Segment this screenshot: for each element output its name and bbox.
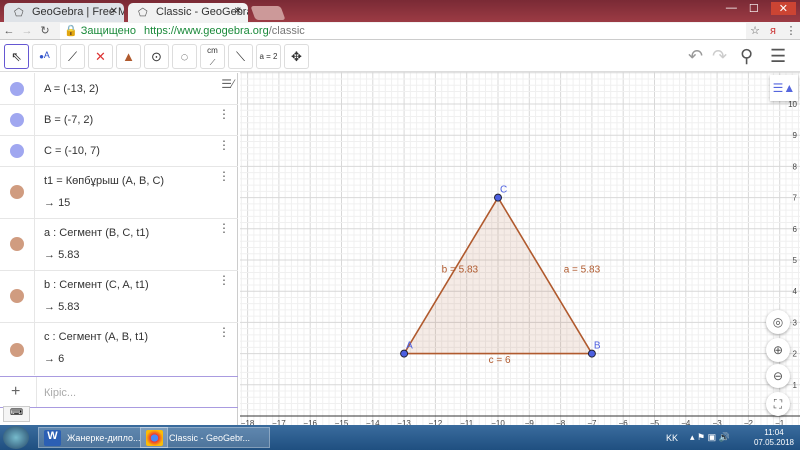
algebra-row[interactable]: t1 = Көпбұрыш (A, B, C) → 15 ⋮ — [0, 167, 238, 219]
y-tick-label: 10 — [788, 100, 797, 109]
tab-geogebra-free[interactable]: ⬠GeoGebra | Free Math Ap✕ — [4, 3, 124, 22]
fullscreen-icon[interactable]: ⛶ — [766, 392, 790, 416]
forward-icon[interactable]: → — [18, 25, 36, 37]
close-window-button[interactable]: ✕ — [770, 2, 796, 15]
point-label: C — [500, 185, 507, 196]
y-tick-label: 6 — [793, 225, 798, 234]
visibility-toggle[interactable] — [10, 82, 24, 96]
segment-label: a = 5.83 — [564, 264, 601, 275]
move-tool[interactable]: ⇖ — [4, 44, 29, 69]
y-tick-label: 7 — [793, 194, 798, 203]
reflect-tool[interactable]: ⟍ — [228, 44, 253, 69]
algebra-row[interactable]: C = (-10, 7) ⋮ — [0, 136, 238, 167]
algebra-row[interactable]: b : Сегмент (C, A, t1) → 5.83 ⋮ — [0, 271, 238, 323]
algebra-row[interactable]: B = (-7, 2) ⋮ — [0, 105, 238, 136]
tray-icons[interactable]: ▴ ⚑ ▣ 🔊 — [690, 432, 730, 443]
reload-icon[interactable]: ↻ — [36, 24, 54, 37]
move-view-tool[interactable]: ✥ — [284, 44, 309, 69]
point-tool[interactable]: •ᴬ — [32, 44, 57, 69]
segment-label: c = 6 — [489, 355, 511, 366]
circle-tool[interactable]: ⊙ — [144, 44, 169, 69]
algebra-view: A = (-13, 2) ☰⁄ B = (-7, 2) ⋮ C = (-10, 7)… — [0, 73, 238, 425]
point-label: B — [594, 341, 601, 352]
undo-icon[interactable]: ↶ — [688, 46, 703, 67]
start-button[interactable] — [3, 426, 29, 449]
algebra-style-icon[interactable]: ☰⁄ — [221, 77, 234, 91]
windows-taskbar: W Жанерке-дипло... Classic - GeoGebr... K… — [0, 425, 800, 450]
search-icon[interactable]: ⚲ — [740, 46, 753, 67]
algebra-row[interactable]: A = (-13, 2) ☰⁄ — [0, 73, 238, 105]
visibility-toggle[interactable] — [10, 113, 24, 127]
address-bar: ← → ↻ 🔒 Защищено https://www.geogebra.or… — [0, 22, 800, 40]
back-icon[interactable]: ← — [0, 25, 18, 37]
y-tick-label: 3 — [793, 318, 798, 327]
segment-label: b = 5.83 — [442, 264, 479, 275]
conic-tool[interactable]: ◌ — [172, 44, 197, 69]
close-tab-icon[interactable]: ✕ — [110, 6, 118, 17]
tab-classic-geogebra[interactable]: ⬠ Classic - GeoGebra ✕ — [128, 3, 248, 22]
word-icon: W — [44, 430, 61, 446]
visibility-toggle[interactable] — [10, 343, 24, 357]
polygon-tool[interactable]: ▲ — [116, 44, 141, 69]
y-tick-label: 2 — [793, 350, 798, 359]
visibility-toggle[interactable] — [10, 237, 24, 251]
y-tick-label: 4 — [793, 287, 798, 296]
bookmark-star-icon[interactable]: ☆ — [746, 24, 764, 37]
zoom-out-icon[interactable]: ⊖ — [766, 364, 790, 388]
more-icon[interactable]: ⋮ — [218, 273, 230, 287]
maximize-button[interactable]: ☐ — [749, 2, 759, 15]
browser-tab-bar: ⬠GeoGebra | Free Math Ap✕ ⬠Classic - Geo… — [0, 0, 800, 22]
line-tool[interactable]: ⟋ — [60, 44, 85, 69]
main-menu-icon[interactable]: ☰ — [770, 46, 786, 67]
algebra-row[interactable]: a : Сегмент (B, C, t1) → 5.83 ⋮ — [0, 219, 238, 271]
close-tab-icon[interactable]: ✕ — [234, 6, 242, 17]
visibility-toggle[interactable] — [10, 144, 24, 158]
graphics-view[interactable]: −18 −17 −16 −15 −14 −13 −12 −11 −10 −9 −8 −7 −6 −5 −4−… — [240, 72, 800, 425]
graphics-style-icon[interactable]: ☰▲ — [770, 75, 798, 101]
algebra-input-row[interactable]: + Кіріс... — [0, 376, 238, 408]
visibility-toggle[interactable] — [10, 185, 24, 199]
more-icon[interactable]: ⋮ — [218, 138, 230, 152]
chrome-icon — [146, 430, 163, 446]
home-view-icon[interactable]: ◎ — [766, 310, 790, 334]
more-icon[interactable]: ⋮ — [218, 325, 230, 339]
point-label: A — [406, 341, 413, 352]
triangle-polygon — [402, 196, 594, 355]
more-icon[interactable]: ⋮ — [218, 107, 230, 121]
algebra-row[interactable]: c : Сегмент (A, B, t1) → 6 ⋮ — [0, 323, 238, 375]
algebra-input[interactable]: Кіріс... — [44, 387, 76, 399]
more-icon[interactable]: ⋮ — [218, 169, 230, 183]
redo-icon[interactable]: ↷ — [712, 46, 727, 67]
visibility-toggle[interactable] — [10, 289, 24, 303]
more-icon[interactable]: ⋮ — [218, 221, 230, 235]
add-icon[interactable]: + — [11, 383, 20, 401]
slider-tool[interactable]: a = 2 — [256, 44, 281, 69]
keyboard-icon[interactable]: ⌨ — [3, 406, 30, 422]
y-tick-label: 5 — [793, 256, 798, 265]
zoom-in-icon[interactable]: ⊕ — [766, 338, 790, 362]
taskbar-item-chrome[interactable]: Classic - GeoGebr... — [140, 427, 270, 448]
geogebra-icon: ⬠ — [14, 7, 24, 19]
clock[interactable]: 11:04 07.05.2018 — [754, 428, 794, 448]
new-tab-button[interactable] — [250, 6, 286, 20]
secure-label: 🔒 Защищено — [64, 25, 136, 37]
browser-menu-icon[interactable]: ⋮ — [782, 24, 800, 37]
minimize-button[interactable]: — — [726, 2, 737, 15]
geogebra-toolbar: ⇖ •ᴬ ⟋ ✕ ▲ ⊙ ◌ cm ⟋ ⟍ a = 2 ✥ ↶ ↷ ⚲ ☰ — [0, 41, 800, 72]
perpendicular-tool[interactable]: ✕ — [88, 44, 113, 69]
language-indicator[interactable]: KK — [666, 433, 678, 443]
y-tick-label: 1 — [793, 381, 798, 390]
extension-icon[interactable]: я — [764, 25, 782, 37]
y-tick-label: 9 — [793, 131, 798, 140]
y-tick-label: 8 — [793, 162, 798, 171]
distance-tool[interactable]: cm ⟋ — [200, 44, 225, 69]
url-input[interactable]: 🔒 Защищено https://www.geogebra.org/clas… — [60, 22, 746, 39]
geogebra-icon: ⬠ — [138, 7, 148, 19]
